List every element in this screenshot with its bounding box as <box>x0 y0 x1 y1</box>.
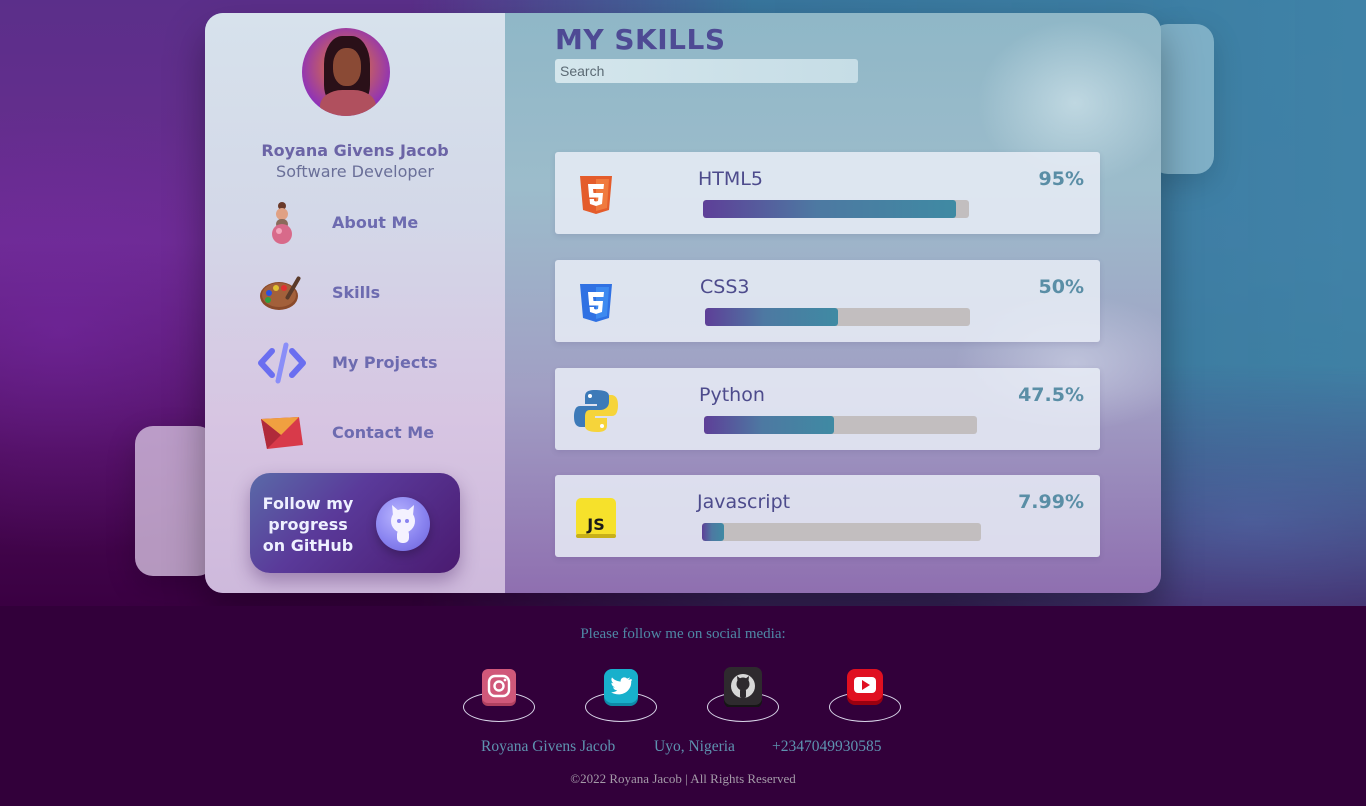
svg-text:JS: JS <box>586 515 604 534</box>
github-octocat-icon <box>376 497 430 551</box>
youtube-link[interactable] <box>829 664 903 724</box>
copyright: ©2022 Royana Jacob | All Rights Reserved <box>570 771 796 786</box>
skill-name: Javascript <box>697 491 791 513</box>
nav-item-label: About Me <box>332 213 419 232</box>
progress-fill <box>702 523 725 541</box>
skill-name: CSS3 <box>700 276 750 298</box>
css3-icon <box>580 284 612 322</box>
skill-percent: 50% <box>1038 276 1084 298</box>
sidebar: Royana Givens Jacob Software Developer A… <box>205 13 505 593</box>
progress-track <box>702 523 981 541</box>
profile-role: Software Developer <box>276 162 434 181</box>
progress-fill <box>705 308 838 326</box>
github-icon <box>724 667 762 707</box>
person-3d-icon <box>272 202 292 244</box>
page-title: MY SKILLS <box>555 23 726 56</box>
twitter-icon <box>604 669 638 706</box>
skill-percent: 47.5% <box>1018 384 1084 406</box>
paint-palette-icon <box>260 276 301 310</box>
python-icon <box>574 390 618 432</box>
profile-name: Royana Givens Jacob <box>261 141 449 160</box>
avatar <box>302 28 390 116</box>
nav-item-contact-me[interactable]: Contact Me <box>257 411 477 455</box>
progress-track <box>703 200 969 218</box>
youtube-icon <box>847 669 883 705</box>
progress-fill <box>704 416 834 434</box>
decorative-glass-panel-left <box>135 426 215 576</box>
twitter-link[interactable] <box>585 664 659 724</box>
portfolio-card: Royana Givens Jacob Software Developer A… <box>205 13 1161 593</box>
code-brackets-icon <box>258 342 306 384</box>
progress-track <box>704 416 977 434</box>
envelope-icon <box>261 417 303 449</box>
skill-name: HTML5 <box>698 168 763 190</box>
skill-percent: 7.99% <box>1018 491 1084 513</box>
search-input[interactable] <box>555 59 858 83</box>
contact-location: Uyo, Nigeria <box>654 738 735 755</box>
skill-card-css3: CSS3 50% <box>555 260 1100 342</box>
nav-item-label: Contact Me <box>332 423 435 442</box>
github-link[interactable] <box>707 664 781 724</box>
instagram-icon <box>482 669 516 706</box>
html5-icon <box>580 176 612 214</box>
github-follow-text: Follow my progress on GitHub <box>262 494 354 555</box>
nav-item-my-projects[interactable]: My Projects <box>257 341 477 385</box>
skill-name: Python <box>699 384 765 406</box>
footer: Please follow me on social media: Royana… <box>0 606 1366 806</box>
nav-item-label: Skills <box>332 283 381 302</box>
nav-item-about-me[interactable]: About Me <box>257 201 477 245</box>
skill-card-python: Python 47.5% <box>555 368 1100 450</box>
social-follow-text: Please follow me on social media: <box>580 626 786 642</box>
instagram-link[interactable] <box>463 664 537 724</box>
github-follow-button[interactable]: Follow my progress on GitHub <box>250 473 460 573</box>
nav-item-skills[interactable]: Skills <box>257 271 477 315</box>
nav-item-label: My Projects <box>332 353 438 372</box>
javascript-icon: JS <box>576 498 616 538</box>
contact-name: Royana Givens Jacob <box>481 738 616 755</box>
skill-card-html5: HTML5 95% <box>555 152 1100 234</box>
skill-card-javascript: JS Javascript 7.99% <box>555 475 1100 557</box>
contact-phone: +2347049930585 <box>772 738 882 755</box>
progress-track <box>705 308 970 326</box>
skill-percent: 95% <box>1038 168 1084 190</box>
progress-fill <box>703 200 956 218</box>
